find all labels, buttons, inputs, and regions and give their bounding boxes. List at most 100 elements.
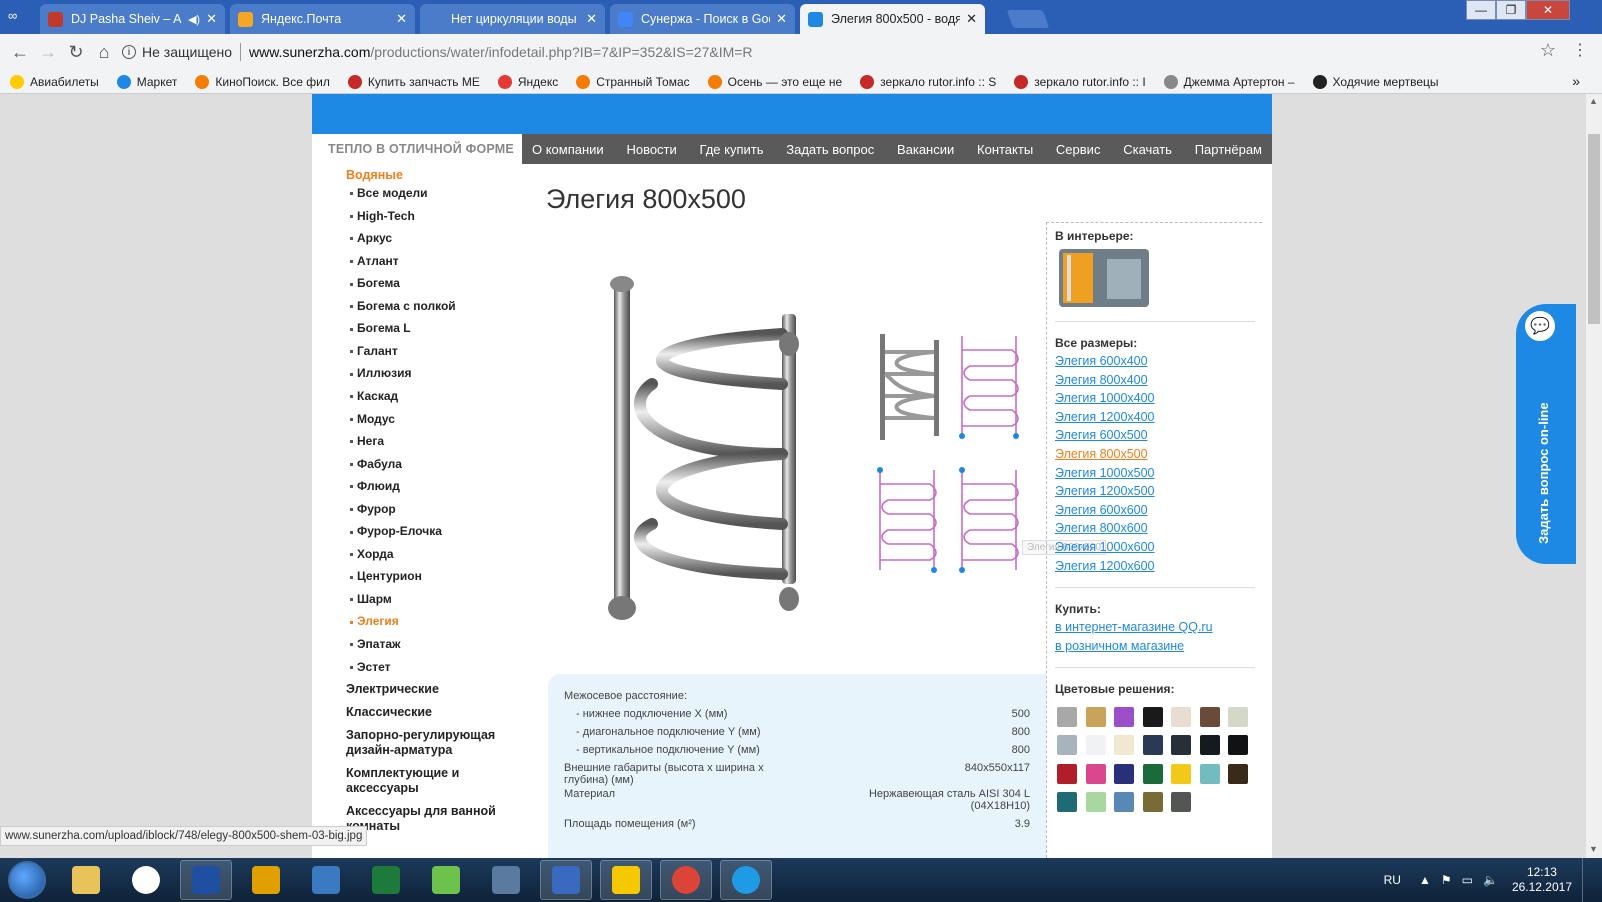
close-window-button[interactable]: ✕ — [1526, 0, 1570, 20]
color-swatch[interactable] — [1228, 763, 1248, 784]
model-link[interactable]: Галант — [350, 344, 398, 358]
color-swatch[interactable] — [1171, 763, 1191, 784]
size-link[interactable]: Элегия 1000x500 — [1055, 466, 1155, 480]
bookmark-item[interactable]: Яндекс — [497, 74, 558, 89]
model-link[interactable]: Фурор-Елочка — [350, 524, 442, 538]
model-link[interactable]: Модус — [350, 412, 395, 426]
model-link[interactable]: Иллюзия — [350, 366, 411, 380]
color-swatch[interactable] — [1085, 707, 1106, 727]
size-link[interactable]: Элегия 1200x400 — [1055, 410, 1155, 424]
bookmark-item[interactable]: КиноПоиск. Все фил — [195, 74, 330, 89]
color-swatch[interactable] — [1228, 735, 1248, 756]
security-label[interactable]: Не защищено — [142, 44, 232, 60]
size-link[interactable]: Элегия 800x600 — [1055, 521, 1148, 535]
browser-tab[interactable]: DJ Pasha Sheiv – A M ◀) ✕ — [40, 4, 225, 34]
topnav-item[interactable]: Где купить — [700, 142, 764, 157]
color-swatch[interactable] — [1171, 735, 1191, 756]
color-swatch[interactable] — [1171, 707, 1191, 727]
color-swatch[interactable] — [1142, 707, 1163, 727]
buy-link[interactable]: в интернет-магазине QQ.ru — [1055, 620, 1213, 634]
taskbar-app-icq[interactable] — [420, 860, 472, 900]
vertical-scrollbar[interactable]: ▲ ▼ — [1586, 94, 1602, 858]
url-host[interactable]: www.sunerzha.com — [249, 44, 370, 60]
thumbnail-photo[interactable] — [874, 330, 946, 446]
show-desktop-button[interactable] — [1582, 858, 1592, 902]
category-water[interactable]: Водяные — [346, 168, 516, 183]
model-link[interactable]: High-Tech — [350, 209, 415, 223]
model-link[interactable]: Каскад — [350, 389, 398, 403]
network-icon[interactable]: ▭ — [1462, 873, 1473, 887]
model-link[interactable]: Все модели — [350, 186, 428, 200]
color-swatch[interactable] — [1085, 735, 1106, 756]
model-link[interactable]: Нега — [350, 434, 384, 448]
color-swatch[interactable] — [1057, 735, 1077, 756]
model-link[interactable]: Элегия — [350, 614, 399, 628]
browser-tab[interactable]: Сунержа - Поиск в Goo ✕ — [610, 4, 795, 34]
bookmark-star-icon[interactable]: ☆ — [1540, 40, 1556, 61]
taskbar-app-media[interactable] — [300, 860, 352, 900]
taskbar-app-tool[interactable] — [240, 860, 292, 900]
size-link[interactable]: Элегия 800x500 — [1055, 447, 1148, 461]
tray-expand-icon[interactable]: ▲ — [1419, 873, 1431, 887]
category-link[interactable]: Классические — [346, 705, 516, 720]
audio-icon[interactable]: ◀) — [188, 13, 200, 26]
tab-close-icon[interactable]: ✕ — [396, 11, 407, 27]
model-link[interactable]: Аркус — [350, 231, 392, 245]
color-swatch[interactable] — [1171, 791, 1191, 812]
taskbar-app-bmw[interactable] — [120, 860, 172, 900]
taskbar-app-network[interactable] — [540, 860, 592, 900]
topnav-item[interactable]: Контакты — [977, 142, 1033, 157]
size-link[interactable]: Элегия 800x400 — [1055, 373, 1148, 387]
thumbnail-scheme-1[interactable] — [956, 330, 1028, 446]
bookmark-item[interactable]: зеркало rutor.info :: S — [860, 74, 996, 89]
topnav-item[interactable]: Новости — [626, 142, 676, 157]
bookmark-item[interactable]: зеркало rutor.info :: I — [1014, 74, 1146, 89]
taskbar-app-browser[interactable] — [720, 860, 772, 900]
url-path[interactable]: /productions/water/infodetail.php?IB=7&I… — [370, 44, 752, 60]
color-swatch[interactable] — [1114, 707, 1134, 727]
bookmark-item[interactable]: Странный Томас — [576, 74, 690, 89]
color-swatch[interactable] — [1142, 791, 1163, 812]
scrollbar-thumb[interactable] — [1588, 134, 1600, 324]
size-link[interactable]: Элегия 1200x500 — [1055, 484, 1155, 498]
model-link[interactable]: Шарм — [350, 592, 392, 606]
menu-icon[interactable]: ⋮ — [1572, 40, 1588, 60]
chat-bubble-icon[interactable]: 💬 — [1522, 308, 1558, 344]
color-swatch[interactable] — [1085, 763, 1106, 784]
model-link[interactable]: Богема L — [350, 321, 411, 335]
thumbnail-scheme-3[interactable] — [956, 464, 1028, 580]
topnav-item[interactable]: Партнёрам — [1195, 142, 1262, 157]
language-indicator[interactable]: RU — [1384, 873, 1401, 887]
address-bar[interactable]: i Не защищено www.sunerzha.com/productio… — [122, 38, 1562, 66]
model-link[interactable]: Богема — [350, 276, 400, 290]
size-link[interactable]: Элегия 1000x400 — [1055, 391, 1155, 405]
topnav-item[interactable]: О компании — [532, 142, 604, 157]
color-swatch[interactable] — [1142, 763, 1163, 784]
home-icon[interactable]: ⌂ — [90, 38, 118, 66]
color-swatch[interactable] — [1114, 791, 1134, 812]
color-swatch[interactable] — [1228, 707, 1248, 727]
back-icon[interactable]: ← — [6, 38, 34, 66]
size-link[interactable]: Элегия 600x600 — [1055, 503, 1148, 517]
start-button[interactable] — [8, 861, 46, 899]
taskbar-app-excel[interactable] — [360, 860, 412, 900]
color-swatch[interactable] — [1114, 735, 1134, 756]
color-swatch[interactable] — [1199, 735, 1220, 756]
bookmark-item[interactable]: Купить запчасть МЕ — [347, 74, 480, 89]
thumbnail-scheme-2[interactable] — [874, 464, 946, 580]
flag-icon[interactable]: ⚑ — [1441, 873, 1452, 887]
volume-icon[interactable]: 🔈 — [1483, 873, 1498, 887]
chat-label[interactable]: Задать вопрос on-line — [1536, 402, 1551, 544]
bookmark-item[interactable]: Маркет — [116, 74, 177, 89]
color-swatch[interactable] — [1114, 763, 1134, 784]
model-link[interactable]: Богема с полкой — [350, 299, 456, 313]
bookmark-item[interactable]: Осень — это еще не — [707, 74, 842, 89]
interior-photo[interactable] — [1059, 249, 1149, 307]
bookmark-item[interactable]: Ходячие мертвецы — [1312, 74, 1439, 89]
size-link[interactable]: Элегия 1200x600 — [1055, 559, 1155, 573]
size-link[interactable]: Элегия 600x400 — [1055, 354, 1148, 368]
clock[interactable]: 12:13 26.12.2017 — [1512, 865, 1572, 895]
size-link[interactable]: Элегия 1000x600 — [1055, 540, 1155, 554]
topnav-item[interactable]: Задать вопрос — [786, 142, 874, 157]
model-link[interactable]: Флюид — [350, 479, 400, 493]
